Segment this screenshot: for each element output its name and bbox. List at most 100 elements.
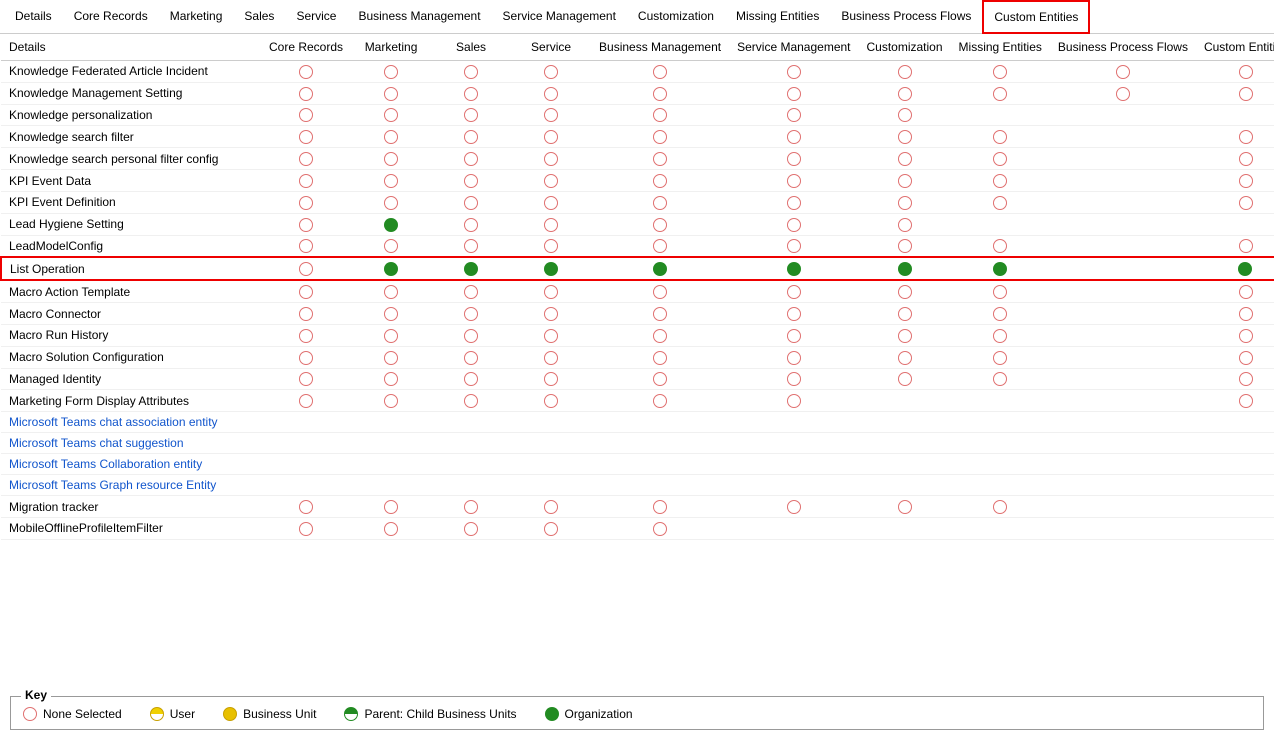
circle-cell-12-3 [511, 324, 591, 346]
circle-cell-17-6 [859, 433, 951, 454]
circle-empty [1239, 285, 1253, 299]
circle-cell-14-2 [431, 368, 511, 390]
key-item-half-yellow: User [150, 707, 195, 721]
circle-empty [384, 87, 398, 101]
circle-empty [299, 522, 313, 536]
table-row: Microsoft Teams Graph resource Entity [1, 475, 1274, 496]
table-row: Macro Solution Configuration [1, 346, 1274, 368]
tab-marketing[interactable]: Marketing [159, 0, 234, 34]
circle-empty [993, 239, 1007, 253]
circle-empty [544, 500, 558, 514]
circle-cell-5-3 [511, 170, 591, 192]
circle-cell-5-4 [591, 170, 729, 192]
circle-cell-5-6 [859, 170, 951, 192]
circle-cell-2-9 [1196, 104, 1274, 126]
circle-empty [898, 65, 912, 79]
circle-cell-7-8 [1050, 213, 1196, 235]
row-link-19[interactable]: Microsoft Teams Graph resource Entity [9, 478, 216, 492]
row-link-17[interactable]: Microsoft Teams chat suggestion [9, 436, 184, 450]
circle-empty [898, 239, 912, 253]
circle-empty [299, 394, 313, 408]
tab-custom-entities[interactable]: Custom Entities [982, 0, 1090, 34]
tab-core-records[interactable]: Core Records [63, 0, 159, 34]
circle-cell-21-0 [261, 518, 351, 540]
table-container[interactable]: DetailsCore RecordsMarketingSalesService… [0, 34, 1274, 690]
tab-service-management[interactable]: Service Management [492, 0, 627, 34]
circle-cell-8-6 [859, 235, 951, 257]
circle-empty [299, 218, 313, 232]
tab-customization[interactable]: Customization [627, 0, 725, 34]
circle-cell-20-0 [261, 496, 351, 518]
circle-cell-14-0 [261, 368, 351, 390]
table-row: Knowledge personalization [1, 104, 1274, 126]
key-item-green-half: Parent: Child Business Units [344, 707, 516, 721]
circle-empty [898, 152, 912, 166]
circle-empty [787, 87, 801, 101]
key-item-green: Organization [545, 707, 633, 721]
circle-cell-13-0 [261, 346, 351, 368]
circle-empty [299, 262, 313, 276]
circle-cell-11-0 [261, 303, 351, 325]
table-row: Managed Identity [1, 368, 1274, 390]
circle-cell-4-9 [1196, 148, 1274, 170]
circle-cell-21-2 [431, 518, 511, 540]
circle-cell-14-6 [859, 368, 951, 390]
tab-details[interactable]: Details [4, 0, 63, 34]
circle-empty [464, 218, 478, 232]
circle-empty [464, 196, 478, 210]
row-link-18[interactable]: Microsoft Teams Collaboration entity [9, 457, 202, 471]
circle-cell-5-8 [1050, 170, 1196, 192]
key-circle-yellow [223, 707, 237, 721]
circle-empty [653, 152, 667, 166]
circle-empty [544, 285, 558, 299]
circle-empty [787, 196, 801, 210]
circle-cell-16-8 [1050, 412, 1196, 433]
circle-cell-15-3 [511, 390, 591, 412]
circle-empty [299, 307, 313, 321]
circle-empty [299, 239, 313, 253]
circle-empty [653, 87, 667, 101]
circle-cell-6-9 [1196, 191, 1274, 213]
circle-cell-16-2 [431, 412, 511, 433]
circle-cell-1-4 [591, 82, 729, 104]
circle-cell-6-1 [351, 191, 431, 213]
key-item-empty: None Selected [23, 707, 122, 721]
circle-cell-18-4 [591, 454, 729, 475]
circle-empty [464, 108, 478, 122]
circle-empty [653, 218, 667, 232]
circle-empty [464, 329, 478, 343]
circle-cell-5-7 [951, 170, 1050, 192]
circle-empty [898, 372, 912, 386]
circle-cell-21-8 [1050, 518, 1196, 540]
tab-business-management[interactable]: Business Management [347, 0, 491, 34]
circle-cell-18-8 [1050, 454, 1196, 475]
key-title: Key [21, 688, 51, 702]
circle-cell-11-7 [951, 303, 1050, 325]
circle-cell-11-8 [1050, 303, 1196, 325]
tab-business-process-flows[interactable]: Business Process Flows [830, 0, 982, 34]
circle-green [384, 262, 398, 276]
circle-cell-16-4 [591, 412, 729, 433]
circle-cell-7-2 [431, 213, 511, 235]
tab-missing-entities[interactable]: Missing Entities [725, 0, 830, 34]
row-name-2: Knowledge personalization [1, 104, 261, 126]
circle-empty [544, 239, 558, 253]
circle-empty [1239, 174, 1253, 188]
table-row: Macro Action Template [1, 280, 1274, 302]
circle-cell-3-1 [351, 126, 431, 148]
circle-cell-8-1 [351, 235, 431, 257]
row-name-8: LeadModelConfig [1, 235, 261, 257]
circle-cell-16-5 [729, 412, 858, 433]
circle-cell-3-3 [511, 126, 591, 148]
circle-empty [544, 130, 558, 144]
row-link-16[interactable]: Microsoft Teams chat association entity [9, 415, 218, 429]
table-row: Macro Run History [1, 324, 1274, 346]
circle-cell-9-0 [261, 257, 351, 280]
circle-empty [544, 87, 558, 101]
tab-service[interactable]: Service [285, 0, 347, 34]
tab-sales[interactable]: Sales [233, 0, 285, 34]
circle-green [544, 262, 558, 276]
circle-empty [787, 372, 801, 386]
circle-cell-19-5 [729, 475, 858, 496]
key-circle-green [545, 707, 559, 721]
